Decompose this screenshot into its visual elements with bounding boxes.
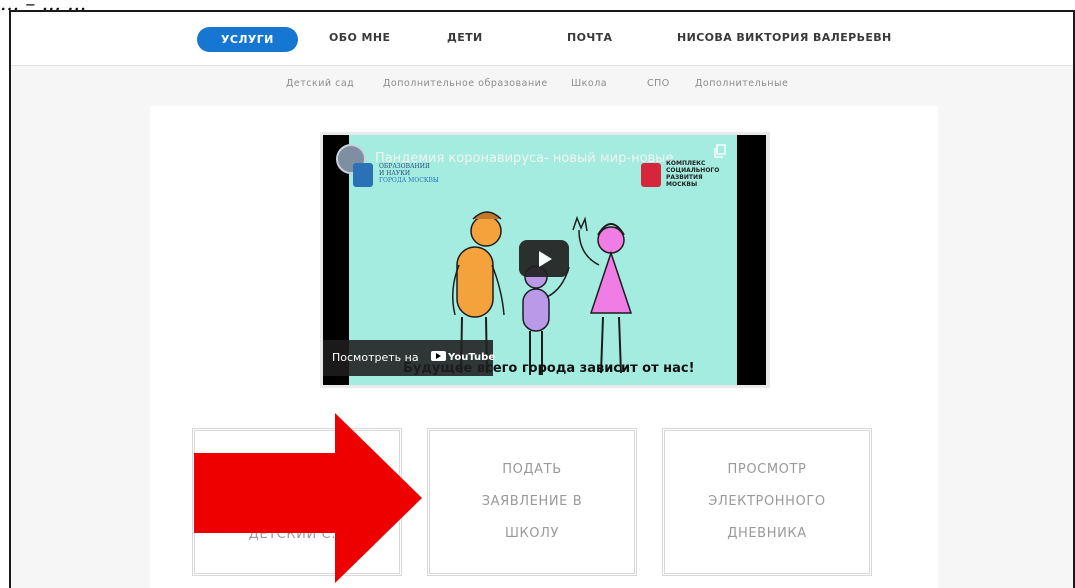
watch-on-youtube-button[interactable]: Посмотреть на YouTube — [323, 340, 495, 376]
youtube-logo: YouTube — [431, 351, 495, 363]
subnav-school[interactable]: Школа — [571, 78, 607, 89]
card-apply-to-school[interactable]: ПОДАТЬ ЗАЯВЛЕНИЕ В ШКОЛУ — [427, 428, 637, 576]
sub-navigation: Детский сад Дополнительное образование Ш… — [11, 78, 1073, 94]
social-complex-logo-text: КОМПЛЕКС СОЦИАЛЬНОГО РАЗВИТИЯ МОСКВЫ — [666, 160, 720, 188]
nav-services[interactable]: УСЛУГИ — [197, 27, 298, 52]
nav-children[interactable]: ДЕТИ — [447, 31, 483, 44]
youtube-icon — [431, 351, 446, 361]
nav-mail[interactable]: ПОЧТА — [567, 31, 612, 44]
card-electronic-diary-label: ПРОСМОТР ЭЛЕКТРОННОГО ДНЕВНИКА — [708, 462, 826, 541]
nav-user-name[interactable]: НИСОВА ВИКТОРИЯ ВАЛЕРЬЕВН — [677, 31, 892, 44]
subnav-spo[interactable]: СПО — [647, 78, 670, 89]
top-navigation: УСЛУГИ ОБО МНЕ ДЕТИ ПОЧТА НИСОВА ВИКТОРИ… — [11, 12, 1073, 66]
play-icon[interactable] — [519, 240, 569, 277]
screenshot-stage: ... – ... ... УСЛУГИ ОБО МНЕ ДЕТИ ПОЧТА … — [0, 0, 1075, 588]
browser-page: УСЛУГИ ОБО МНЕ ДЕТИ ПОЧТА НИСОВА ВИКТОРИ… — [9, 10, 1075, 588]
watch-on-label: Посмотреть на — [332, 351, 419, 364]
subnav-additional-education[interactable]: Дополнительное образование — [383, 78, 548, 89]
social-complex-logo — [641, 163, 661, 187]
education-dept-logo-text: ОБРАЗОВАНИЯ И НАУКИ ГОРОДА МОСКВЫ — [379, 163, 439, 184]
nav-about-me[interactable]: ОБО МНЕ — [329, 31, 390, 44]
video-player[interactable]: Пандемия коронавируса- новый мир-новые..… — [323, 135, 766, 385]
red-arrow-pointer — [194, 413, 422, 583]
copy-icon[interactable] — [713, 144, 727, 158]
subnav-kindergarten[interactable]: Детский сад — [286, 78, 354, 89]
education-dept-logo — [353, 163, 373, 187]
card-apply-to-school-label: ПОДАТЬ ЗАЯВЛЕНИЕ В ШКОЛУ — [481, 462, 583, 541]
video-container: Пандемия коронавируса- новый мир-новые..… — [320, 132, 770, 388]
card-electronic-diary[interactable]: ПРОСМОТР ЭЛЕКТРОННОГО ДНЕВНИКА — [662, 428, 872, 576]
subnav-additional[interactable]: Дополнительные — [695, 78, 788, 89]
